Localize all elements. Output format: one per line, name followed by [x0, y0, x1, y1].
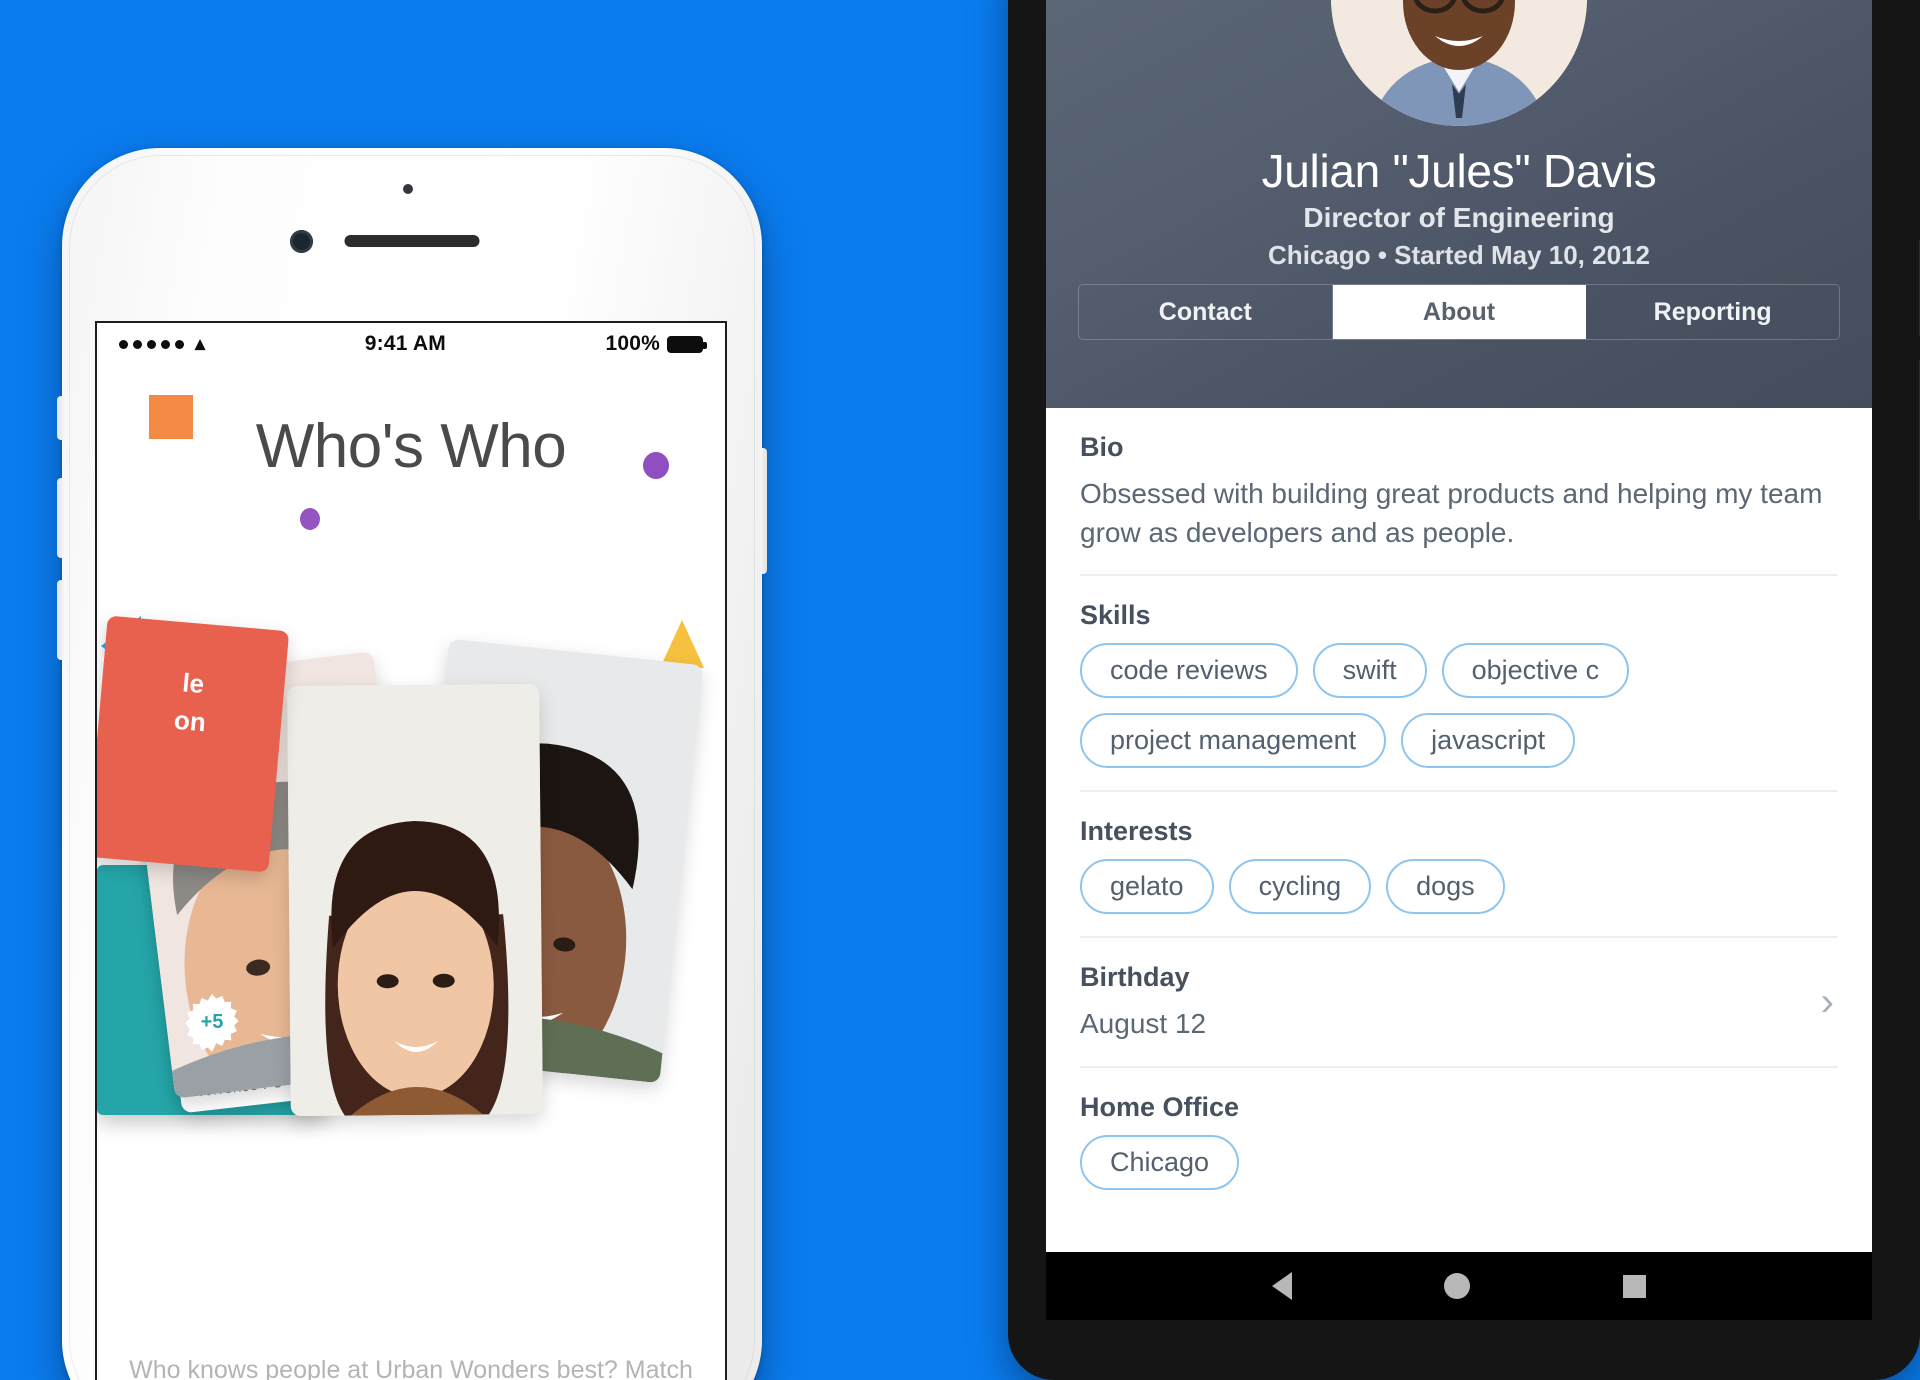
interest-chip[interactable]: cycling — [1228, 859, 1372, 915]
birthday-value: August 12 — [1080, 1008, 1207, 1040]
signal-strength-icon — [119, 339, 184, 349]
ambient-sensor-icon — [403, 184, 413, 194]
home-office-chip[interactable]: Chicago — [1080, 1134, 1240, 1190]
interests-heading: Interests — [1080, 816, 1193, 847]
purple-dot-large-icon — [643, 452, 669, 479]
wifi-icon: ▴ — [195, 333, 206, 355]
user-avatar-icon — [1331, 0, 1587, 126]
skills-section: Skills code reviews swift objective c pr… — [1080, 576, 1838, 793]
android-nav-bar[interactable] — [1046, 1252, 1872, 1320]
profile-tab-bar[interactable]: Contact About Reporting — [1078, 284, 1840, 340]
orange-square-icon — [149, 395, 193, 439]
purple-dot-small-icon — [300, 508, 320, 530]
chevron-right-icon[interactable]: › — [1821, 982, 1834, 1022]
status-battery-group: 100% — [605, 332, 707, 356]
interest-chip[interactable]: gelato — [1080, 859, 1214, 915]
android-screen: Julian "Jules" Davis Director of Enginee… — [1046, 0, 1872, 1320]
tab-about[interactable]: About — [1332, 285, 1587, 339]
skills-chip-list: code reviews swift objective c project m… — [1080, 643, 1838, 769]
avatar[interactable] — [1331, 0, 1587, 126]
back-triangle-icon[interactable] — [1272, 1272, 1293, 1300]
iphone-device: ▴ 9:41 AM 100% Who's Who Craig Windell J… — [57, 148, 767, 1380]
status-time: 9:41 AM — [364, 332, 446, 355]
profile-role: Director of Engineering — [1303, 202, 1615, 233]
home-office-chip-list: Chicago — [1080, 1134, 1838, 1190]
iphone-volume-down-button[interactable] — [57, 580, 64, 660]
interest-chip[interactable]: dogs — [1386, 859, 1505, 915]
skill-chip[interactable]: code reviews — [1080, 643, 1298, 699]
recents-square-icon[interactable] — [1622, 1274, 1646, 1298]
skill-chip[interactable]: swift — [1312, 643, 1427, 699]
home-office-heading: Home Office — [1080, 1091, 1240, 1122]
earpiece-speaker — [344, 235, 480, 247]
interests-chip-list: gelato cycling dogs — [1080, 859, 1838, 915]
profile-header: Julian "Jules" Davis Director of Enginee… — [1046, 0, 1872, 408]
skills-heading: Skills — [1080, 600, 1151, 631]
page-caption: Who knows people at Urban Wonders best? … — [129, 1356, 693, 1380]
iphone-mute-switch[interactable] — [57, 396, 64, 440]
iphone-volume-up-button[interactable] — [57, 478, 64, 558]
points-badge: +5 — [183, 993, 241, 1052]
photo-card-center[interactable] — [287, 683, 543, 1117]
battery-full-icon — [667, 335, 707, 353]
skill-chip[interactable]: javascript — [1401, 713, 1576, 769]
birthday-heading: Birthday — [1080, 962, 1190, 993]
profile-name: Julian "Jules" Davis — [1261, 145, 1657, 197]
points-badge-label: +5 — [200, 1011, 224, 1034]
tab-contact[interactable]: Contact — [1079, 285, 1333, 339]
bio-text: Obsessed with building great products an… — [1080, 478, 1823, 548]
home-circle-icon[interactable] — [1444, 1273, 1471, 1299]
person-photo-icon — [287, 683, 543, 1117]
skill-chip[interactable]: project management — [1080, 713, 1387, 769]
red-result-card[interactable]: le on — [97, 615, 290, 873]
iphone-screen: ▴ 9:41 AM 100% Who's Who Craig Windell J… — [95, 321, 727, 1380]
home-office-section: Home Office Chicago — [1080, 1068, 1838, 1212]
skill-chip[interactable]: objective c — [1441, 643, 1630, 699]
birthday-section[interactable]: Birthday August 12 › — [1080, 938, 1838, 1068]
profile-meta: Chicago • Started May 10, 2012 — [1268, 240, 1650, 270]
android-device: Julian "Jules" Davis Director of Enginee… — [1008, 0, 1920, 1380]
interests-section: Interests gelato cycling dogs — [1080, 792, 1838, 939]
tab-reporting[interactable]: Reporting — [1586, 285, 1839, 339]
ios-status-bar: ▴ 9:41 AM 100% — [97, 323, 725, 365]
front-camera-icon — [290, 230, 313, 253]
bio-heading: Bio — [1080, 432, 1124, 462]
card-stack[interactable]: Craig Windell Jarvis Cocker Uvalde Goodm… — [97, 615, 725, 1123]
iphone-power-button[interactable] — [760, 448, 767, 574]
about-tab-content: Bio Obsessed with building great product… — [1046, 408, 1872, 1252]
battery-percent-label: 100% — [605, 332, 660, 355]
bio-section: Bio Obsessed with building great product… — [1080, 408, 1838, 577]
